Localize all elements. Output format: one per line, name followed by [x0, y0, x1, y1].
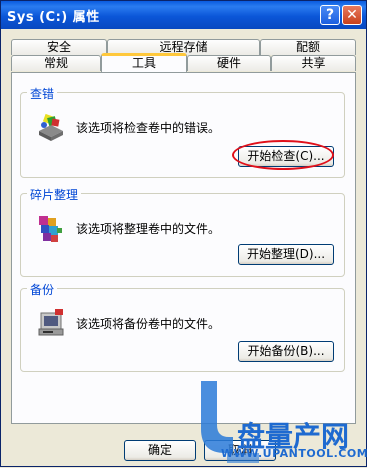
- group-defragment: 碎片整理 该选项将整理卷中的文件。 开始整理(D)...: [20, 186, 345, 277]
- defrag-icon: [39, 216, 62, 242]
- start-backup-button[interactable]: 开始备份(B)...: [238, 341, 334, 362]
- group-description: 该选项将备份卷中的文件。: [76, 317, 221, 331]
- ok-button[interactable]: 确定: [124, 440, 196, 461]
- check-disk-icon: [39, 113, 63, 141]
- properties-window: Sys (C:) 属性 ? ✕ 安全 远程存储 配额 常规 工具 硬件 共享 查…: [0, 0, 367, 467]
- start-defrag-button[interactable]: 开始整理(D)...: [238, 244, 334, 265]
- group-description: 该选项将检查卷中的错误。: [76, 121, 221, 135]
- tab-general[interactable]: 常规: [11, 55, 101, 71]
- watermark-url: WWW.UPANTOOL.COM: [221, 447, 367, 460]
- group-backup: 备份 该选项将备份卷中的文件。 开始备份(B)...: [20, 281, 345, 372]
- tab-tools[interactable]: 工具: [101, 53, 187, 72]
- tab-security[interactable]: 安全: [11, 39, 107, 55]
- window-title: Sys (C:) 属性: [7, 10, 100, 25]
- title-bar[interactable]: Sys (C:) 属性 ? ✕: [1, 1, 366, 29]
- group-title: 碎片整理: [27, 186, 82, 203]
- group-title: 查错: [27, 85, 58, 102]
- help-button[interactable]: ?: [320, 5, 340, 25]
- tab-sharing[interactable]: 共享: [271, 55, 356, 71]
- watermark-logo: 盘量产网 WWW.UPANTOOL.COM: [199, 379, 367, 465]
- group-description: 该选项将整理卷中的文件。: [76, 222, 221, 236]
- highlight-circle-button: [232, 140, 334, 170]
- tab-strip: 安全 远程存储 配额 常规 工具 硬件 共享: [11, 39, 356, 73]
- group-title: 备份: [27, 281, 58, 298]
- tab-hardware[interactable]: 硬件: [187, 55, 271, 71]
- tab-quota[interactable]: 配额: [260, 39, 356, 55]
- tools-panel: 查错 该选项将检查卷中的错误。 开始检查(C)... 碎片整理 该选项将整理卷中…: [11, 72, 356, 424]
- backup-icon: [38, 309, 64, 336]
- close-button[interactable]: ✕: [342, 5, 362, 25]
